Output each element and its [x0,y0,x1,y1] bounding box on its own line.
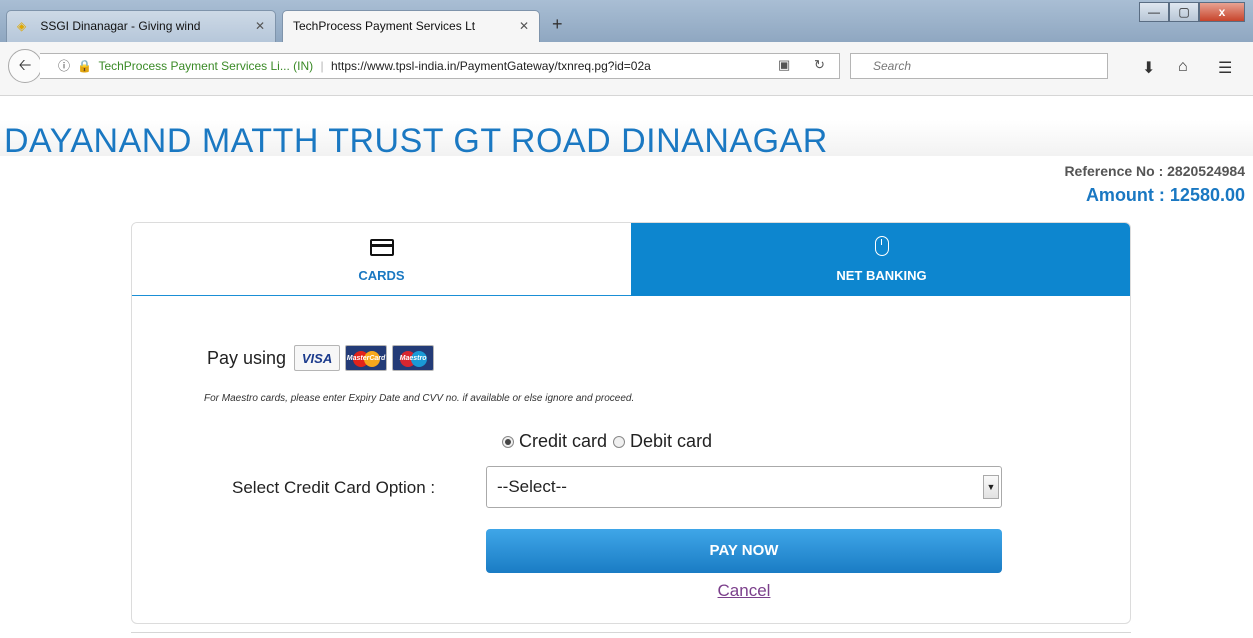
pay-using-label: Pay using [207,347,287,368]
browser-tab-title: SSGI Dinanagar - Giving wind [40,19,201,33]
maestro-logo: Maestro [392,345,435,371]
next-panel-edge [131,632,1131,638]
browser-nav-bar: 🡠 ⓘ 🔒 TechProcess Payment Services Li...… [0,42,1253,96]
payment-panel: CARDS NET BANKING Pay using VISA MasterC… [131,222,1131,624]
close-window-button[interactable]: x [1199,2,1245,22]
back-icon[interactable]: 🡠 [8,49,42,83]
select-card-option-label: Select Credit Card Option : [232,478,436,497]
cancel-link-container: Cancel [486,581,1002,601]
mouse-icon [631,235,1130,263]
payment-amount: Amount : 12580.00 [1085,185,1245,205]
card-icon [132,235,631,263]
credit-card-label[interactable]: Credit card [519,431,607,452]
close-tab-icon[interactable]: ✕ [255,11,265,41]
visa-logo: VISA [294,345,341,371]
info-icon[interactable]: ⓘ [58,59,70,73]
url-bar[interactable]: ⓘ 🔒 TechProcess Payment Services Li... (… [40,53,840,79]
card-option-select-value: --Select-- [497,477,567,496]
pay-now-button[interactable]: PAY NOW [486,529,1002,573]
maestro-note: For Maestro cards, please enter Expiry D… [204,393,635,404]
url-text[interactable]: https://www.tpsl-india.in/PaymentGateway… [331,59,651,73]
browser-tab-ssgi[interactable]: ◈ SSGI Dinanagar - Giving wind ✕ [6,10,276,42]
browser-tab-title: TechProcess Payment Services Lt [293,19,476,33]
cancel-link[interactable]: Cancel [718,581,771,600]
card-option-select[interactable]: --Select-- ▼ [486,466,1002,508]
candle-favicon-icon: ◈ [17,19,27,33]
chevron-down-icon[interactable]: ▼ [983,475,999,499]
reload-icon[interactable]: ↻ [814,57,825,73]
tab-net-banking[interactable]: NET BANKING [631,223,1130,296]
credit-card-radio[interactable] [502,435,514,448]
pay-using-row: Pay using VISA MasterCard Maestro [207,345,435,371]
menu-icon[interactable]: ☰ [1218,58,1232,78]
browser-tab-techprocess[interactable]: TechProcess Payment Services Lt ✕ [282,10,540,42]
site-identity[interactable]: TechProcess Payment Services Li... (IN) [98,59,313,73]
reader-view-icon[interactable]: ▣ [778,57,790,73]
maximize-button[interactable]: ▢ [1169,2,1199,22]
close-tab-icon[interactable]: ✕ [519,11,529,41]
tab-net-banking-label: NET BANKING [836,268,927,283]
search-input[interactable]: Search [850,53,1108,79]
merchant-header: DAYANAND MATTH TRUST GT ROAD DINANAGAR [0,120,1253,160]
lock-icon[interactable]: 🔒 [77,59,92,73]
payment-method-tabs: CARDS NET BANKING [132,223,1130,296]
tab-cards-label: CARDS [358,268,405,283]
url-separator: | [320,59,324,73]
reference-number: Reference No : 2820524984 [1064,163,1245,179]
tab-cards[interactable]: CARDS [132,223,631,296]
window-controls: — ▢ x [1139,2,1245,22]
card-type-radio-group: Credit card Debit card [502,431,718,452]
debit-card-radio[interactable] [613,435,626,448]
new-tab-button[interactable]: + [552,14,563,35]
browser-tab-strip: ◈ SSGI Dinanagar - Giving wind ✕ TechPro… [0,0,1253,42]
home-icon[interactable]: ⌂ [1178,58,1188,76]
minimize-button[interactable]: — [1139,2,1169,22]
mastercard-logo: MasterCard [345,345,388,371]
merchant-name: DAYANAND MATTH TRUST GT ROAD DINANAGAR [4,122,828,160]
download-icon[interactable]: ⬇ [1142,58,1155,78]
debit-card-label[interactable]: Debit card [630,431,712,452]
